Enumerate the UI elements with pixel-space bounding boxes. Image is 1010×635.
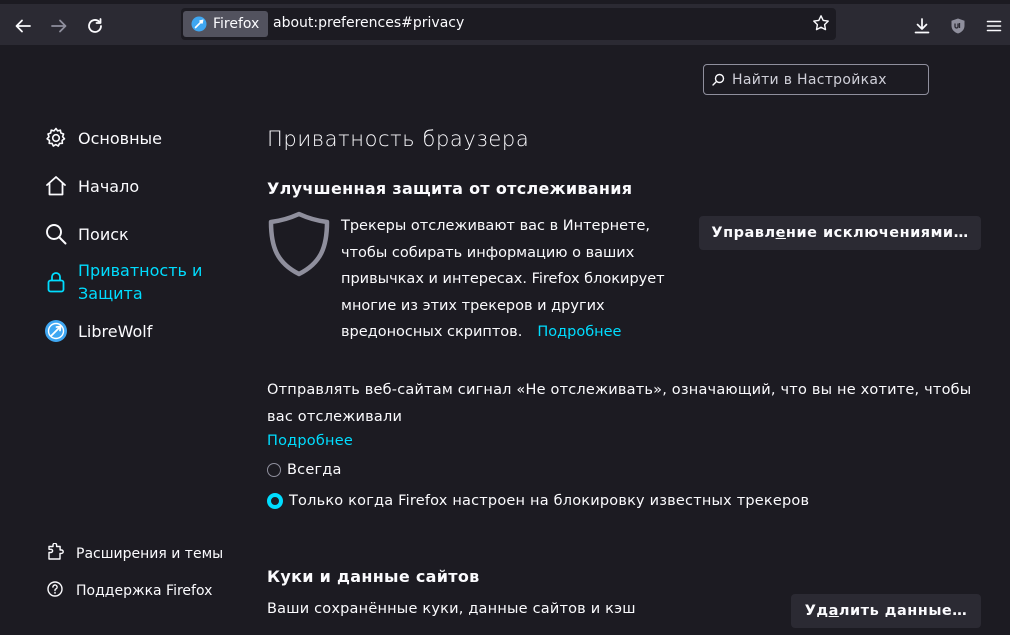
sidebar-item-librewolf[interactable]: LibreWolf [44,319,152,343]
help-icon [46,580,64,602]
sidebar-item-general[interactable]: Основные [44,126,162,150]
page-title: Приватность браузера [267,127,530,151]
button-label-part: ние исключениями… [785,225,969,241]
search-icon [44,222,68,246]
sidebar-footer-addons[interactable]: Расширения и темы [46,542,224,565]
puzzle-icon [46,542,64,565]
button-label-part: Уд [804,603,829,619]
back-icon [15,19,31,33]
radio-button-checked[interactable] [267,493,283,509]
identity-box[interactable]: Firefox [183,11,269,37]
app-menu-icon [986,20,1002,32]
etp-learn-more-link[interactable]: Подробнее [537,324,621,340]
home-icon [44,174,68,198]
forward-icon [51,19,67,33]
identity-label: Firefox [213,16,260,32]
etp-heading: Улучшенная защита от отслеживания [267,179,633,198]
bookmark-star-icon [813,15,829,31]
etp-line: вредоносных скриптов. Подробнее [341,319,686,346]
sidebar-item-search[interactable]: Поиск [44,222,129,246]
sidebar-item-label: Поиск [78,224,129,244]
etp-line-text: вредоносных скриптов. [341,324,523,341]
app-menu-button[interactable] [982,14,1006,38]
dnt-option-tracking-protection[interactable]: Только когда Firefox настроен на блокиро… [267,493,809,509]
button-label-part: лить данные… [838,603,968,619]
sidebar-item-label: Начало [78,176,140,196]
dnt-description: Отправлять веб-сайтам сигнал «Не отслежи… [267,382,972,425]
etp-line: привычках и интересах. Firefox блокирует [341,271,665,288]
sidebar-item-label: Приватность и Защита [78,259,202,305]
etp-line: чтобы собирать информацию о ваших [341,244,635,261]
button-label-part: Управл [711,225,776,241]
navigation-toolbar: Firefox about:preferences#privacy [0,0,1010,45]
bookmark-star-button[interactable] [812,14,830,36]
clear-data-button[interactable]: Уд а лить данные… [791,594,981,628]
settings-search-box[interactable] [703,64,929,95]
sidebar-item-privacy[interactable]: Приватность и Защита [44,259,202,305]
ublock-button[interactable] [946,14,970,38]
dnt-learn-more-link[interactable]: Подробнее [267,433,353,449]
settings-search-input[interactable] [730,69,924,91]
firefox-icon [191,16,207,32]
librewolf-icon [44,319,68,343]
sidebar-footer-support[interactable]: Поддержка Firefox [46,580,212,602]
etp-line: Трекеры отслеживают вас в Интернете, [341,218,651,234]
forward-button[interactable] [47,14,71,38]
preferences-page: Основные Начало Поиск Приватность и Защи… [0,45,1010,635]
cookies-description: Ваши сохранённые куки, данные сайтов и к… [267,601,636,617]
button-accesskey: е [775,225,786,241]
cookies-heading: Куки и данные сайтов [267,567,480,586]
radio-label: Только когда Firefox настроен на блокиро… [289,493,810,509]
sidebar-footer-label: Поддержка Firefox [76,583,213,599]
ublock-origin-icon [951,18,965,34]
url-text[interactable]: about:preferences#privacy [273,15,464,31]
lock-icon [44,270,68,294]
search-icon [712,73,725,86]
back-button[interactable] [11,14,35,38]
button-accesskey: а [828,603,839,619]
radio-label: Всегда [287,462,342,478]
sidebar-item-label: LibreWolf [78,321,153,341]
download-icon [914,18,930,34]
sidebar-footer-label: Расширения и темы [76,546,224,562]
manage-exceptions-button[interactable]: Управл е ние исключениями… [699,216,981,250]
sidebar-item-label: Основные [78,128,163,148]
radio-button[interactable] [267,463,281,477]
reload-button[interactable] [83,14,107,38]
gear-icon [44,126,68,150]
shield-icon [268,211,330,281]
url-bar[interactable]: Firefox about:preferences#privacy [181,8,836,40]
sidebar-item-home[interactable]: Начало [44,174,139,198]
etp-line: многие из этих трекеров и других [341,297,605,314]
downloads-button[interactable] [910,14,934,38]
etp-description: Трекеры отслеживают вас в Интернете, что… [341,213,686,346]
sidebar-item-label-line-2: Защита [78,284,143,303]
dnt-option-always[interactable]: Всегда [267,462,342,478]
sidebar-item-label-line-1: Приватность и [78,261,203,280]
reload-icon [88,18,102,33]
